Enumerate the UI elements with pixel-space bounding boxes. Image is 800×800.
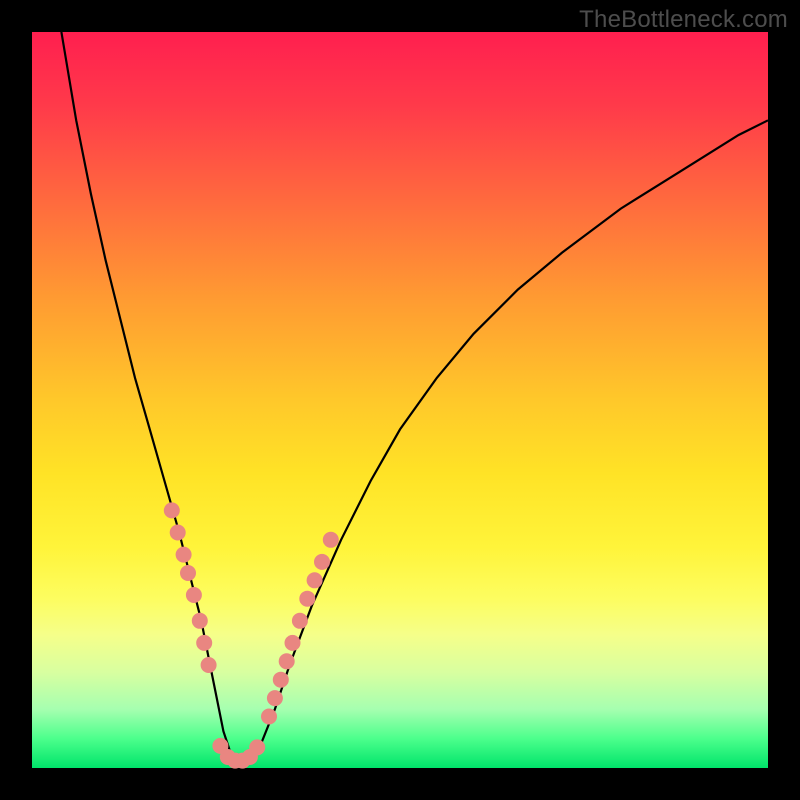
chart-marker (170, 525, 186, 541)
chart-frame: TheBottleneck.com (0, 0, 800, 800)
chart-marker (249, 739, 265, 755)
chart-marker (285, 635, 301, 651)
chart-marker (323, 532, 339, 548)
chart-marker (299, 591, 315, 607)
chart-marker (201, 657, 217, 673)
chart-marker (292, 613, 308, 629)
chart-marker (192, 613, 208, 629)
chart-marker (314, 554, 330, 570)
chart-marker (186, 587, 202, 603)
bottleneck-curve (61, 32, 768, 761)
watermark-text: TheBottleneck.com (579, 6, 788, 34)
chart-plot-area (32, 32, 768, 768)
chart-marker (196, 635, 212, 651)
chart-marker (307, 572, 323, 588)
chart-marker (176, 547, 192, 563)
chart-marker (267, 690, 283, 706)
chart-marker (279, 653, 295, 669)
chart-marker (180, 565, 196, 581)
chart-marker (164, 502, 180, 518)
chart-svg (32, 32, 768, 768)
chart-marker (261, 709, 277, 725)
chart-marker (273, 672, 289, 688)
marker-group (164, 502, 339, 768)
